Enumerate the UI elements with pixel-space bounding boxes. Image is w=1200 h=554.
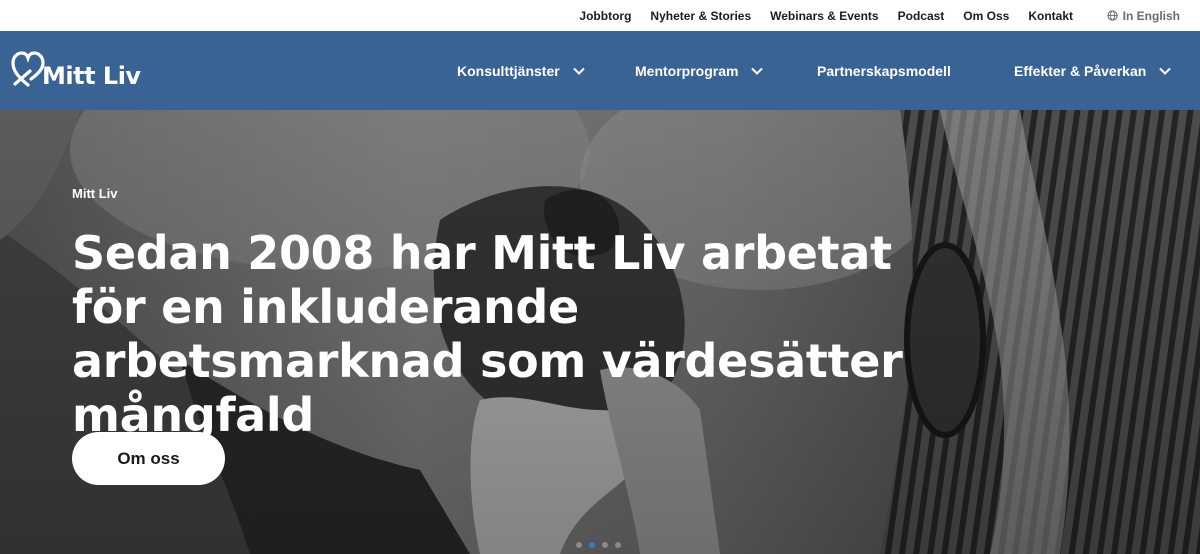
nav-item-effekter[interactable]: Effekter & Påverkan	[1014, 31, 1172, 110]
utility-links: Jobbtorg Nyheter & Stories Webinars & Ev…	[560, 0, 1073, 31]
util-link-kontakt[interactable]: Kontakt	[1028, 9, 1073, 23]
hero-banner: Mitt Liv Sedan 2008 har Mitt Liv arbetat…	[0, 110, 1200, 554]
chevron-down-icon	[751, 67, 764, 75]
utility-bar: Jobbtorg Nyheter & Stories Webinars & Ev…	[0, 0, 1200, 31]
util-link-nyheter[interactable]: Nyheter & Stories	[650, 9, 751, 23]
logo-text: Mitt Liv	[42, 62, 141, 90]
carousel-dots	[576, 542, 628, 548]
carousel-dot[interactable]	[615, 542, 621, 548]
om-oss-button[interactable]: Om oss	[72, 432, 225, 485]
util-link-om-oss[interactable]: Om Oss	[963, 9, 1009, 23]
nav-item-label: Konsulttjänster	[457, 62, 560, 79]
nav-item-partnerskapsmodell[interactable]: Partnerskapsmodell	[817, 31, 951, 110]
util-link-webinars[interactable]: Webinars & Events	[770, 9, 878, 23]
hero-title: Sedan 2008 har Mitt Liv arbetat för en i…	[72, 226, 903, 442]
chevron-down-icon	[1159, 67, 1172, 75]
nav-item-label: Effekter & Påverkan	[1014, 62, 1147, 79]
carousel-dot-active[interactable]	[589, 542, 595, 548]
hero-eyebrow: Mitt Liv	[72, 186, 118, 201]
mitt-liv-heart-logo	[11, 51, 45, 87]
carousel-dot[interactable]	[576, 542, 582, 548]
carousel-dot[interactable]	[602, 542, 608, 548]
nav-item-mentorprogram[interactable]: Mentorprogram	[635, 31, 764, 110]
util-link-jobbtorg[interactable]: Jobbtorg	[579, 9, 631, 23]
globe-icon	[1107, 10, 1118, 21]
nav-item-konsulttjanster[interactable]: Konsulttjänster	[457, 31, 585, 110]
language-switch[interactable]: In English	[1107, 0, 1180, 31]
nav-item-label: Mentorprogram	[635, 62, 739, 79]
main-navigation: Mitt Liv Konsulttjänster Mentorprogram P…	[0, 31, 1200, 110]
language-label: In English	[1122, 8, 1180, 23]
chevron-down-icon	[572, 67, 585, 75]
util-link-podcast[interactable]: Podcast	[898, 9, 945, 23]
site-logo[interactable]: Mitt Liv	[11, 49, 141, 93]
nav-item-label: Partnerskapsmodell	[817, 62, 951, 79]
